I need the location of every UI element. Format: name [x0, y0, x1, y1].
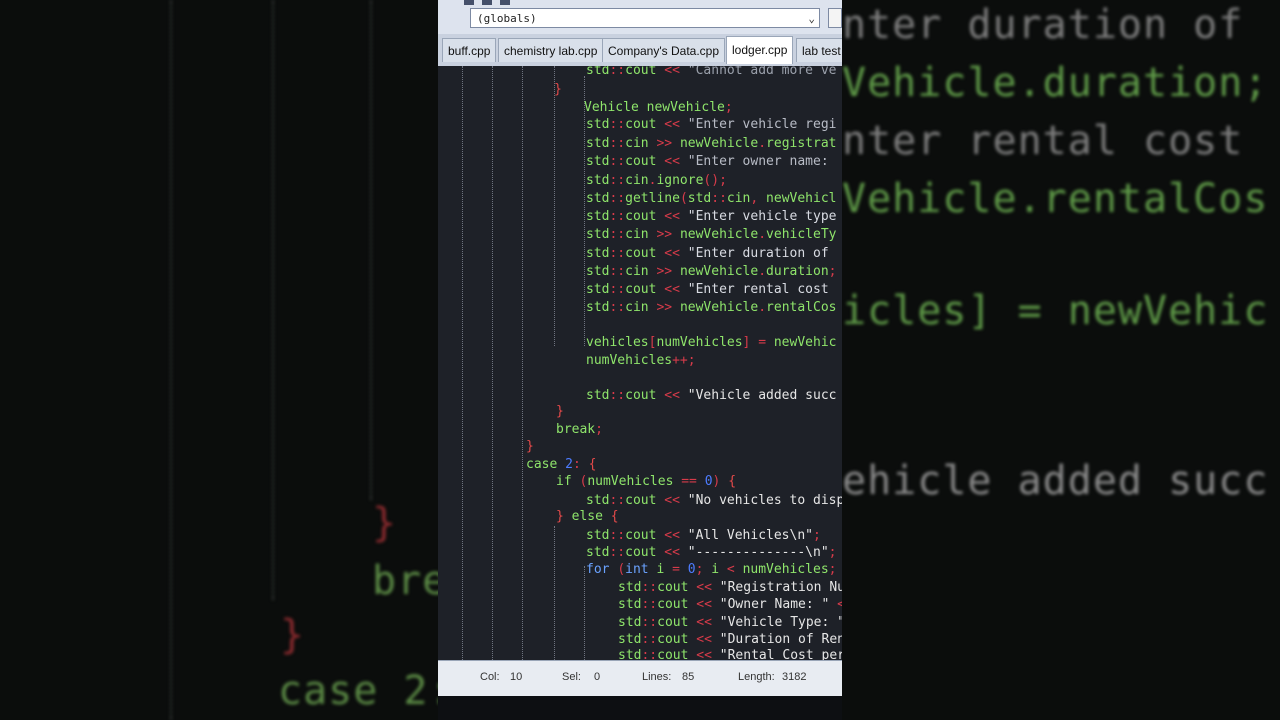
code-line: std::cout << "Enter duration of [586, 246, 837, 261]
monitor-bezel [438, 696, 842, 720]
blurred-left-background: } bre } case 2: [0, 0, 438, 720]
code-line: std::cout << "Enter vehicle type [586, 209, 837, 224]
code-editor[interactable]: std::cout << "Cannot add more ve } Vehic… [438, 66, 842, 660]
code-line: std::cin >> newVehicle.duration; [586, 264, 837, 279]
code-line: vehicles[numVehicles] = newVehic [586, 335, 837, 350]
code-line: std::cin.ignore(); [586, 173, 727, 188]
status-length-value: 3182 [782, 671, 807, 683]
indent-guide [522, 66, 523, 660]
toolbar-icon[interactable] [464, 0, 474, 5]
file-tabs: buff.cpp chemistry lab.cpp Company's Dat… [438, 34, 842, 68]
status-lines-value: 85 [682, 671, 695, 683]
code-line: break; [556, 422, 603, 437]
bg-right-line: nter rental cost [842, 118, 1244, 164]
ide-window: (globals) ⌄ buff.cpp chemistry lab.cpp C… [438, 0, 842, 720]
code-line: std::cin >> newVehicle.registrat [586, 136, 837, 151]
code-line: for (int i = 0; i < numVehicles; [586, 562, 837, 577]
bg-left-line: case 2: [278, 668, 438, 714]
scope-select-value: (globals) [477, 12, 537, 25]
indent-guide [554, 66, 555, 346]
code-line: std::cout << "Enter rental cost [586, 282, 837, 297]
status-length-label: Length: [738, 671, 775, 683]
bg-left-line: bre [372, 558, 438, 604]
code-line: std::cout << "All Vehicles\n"; [586, 528, 821, 543]
status-col-value: 10 [510, 671, 523, 683]
toolbar: (globals) ⌄ [438, 0, 842, 35]
code-line: } else { [556, 509, 619, 524]
status-bar: Col: 10 Sel: 0 Lines: 85 Length: 3182 [438, 660, 842, 697]
bg-right-line: icles] = newVehic [842, 288, 1269, 334]
bg-right-line: Vehicle.duration; [842, 60, 1269, 106]
code-line: std::cout << "--------------\n"; [586, 545, 837, 560]
chevron-down-icon: ⌄ [808, 12, 815, 25]
code-line: std::cout << "Vehicle Type: " [618, 615, 842, 630]
video-frame: } bre } case 2: nter duration of Vehicle… [0, 0, 1280, 720]
tab-lab-test[interactable]: lab test [796, 38, 842, 62]
bg-right-line: ehicle added succ [842, 458, 1269, 504]
code-line: std::cout << "Cannot add more ve [586, 66, 837, 78]
code-line: } [556, 404, 564, 419]
indent-guide [584, 76, 585, 346]
toolbar-icon[interactable] [482, 0, 492, 5]
code-line: if (numVehicles == 0) { [556, 474, 737, 489]
status-sel-label: Sel: [562, 671, 581, 683]
code-line: std::cout << "Rental Cost per [618, 648, 842, 660]
tab-buff[interactable]: buff.cpp [442, 38, 497, 62]
indent-guide [584, 566, 585, 660]
code-line: numVehicles++; [586, 353, 696, 368]
tab-lodger[interactable]: lodger.cpp [726, 36, 794, 64]
blurred-right-background: nter duration of Vehicle.duration; nter … [842, 0, 1280, 720]
indent-guide [492, 66, 493, 660]
status-sel-value: 0 [594, 671, 601, 683]
code-line: Vehicle newVehicle; [584, 100, 733, 115]
code-line: } [526, 439, 534, 454]
code-line: } [554, 82, 562, 97]
toolbar-button[interactable] [828, 8, 842, 28]
tab-companys-data[interactable]: Company's Data.cpp [602, 38, 726, 62]
code-line: std::cout << "Vehicle added succ [586, 388, 837, 403]
code-line: std::cin >> newVehicle.vehicleTy [586, 227, 837, 242]
toolbar-icon[interactable] [500, 0, 510, 5]
code-line: std::cout << "No vehicles to disp [586, 493, 842, 508]
bg-left-line: } [280, 612, 306, 658]
code-line: std::getline(std::cin, newVehicl [586, 191, 837, 206]
code-line: std::cout << "Duration of Ren [618, 632, 842, 647]
code-line: std::cout << "Owner Name: " < [618, 597, 842, 612]
indent-guide [462, 66, 463, 660]
bg-left-line: } [372, 500, 398, 546]
code-line: std::cout << "Enter vehicle regi [586, 117, 837, 132]
tab-chemistry-lab[interactable]: chemistry lab.cpp [498, 38, 604, 62]
scope-select[interactable]: (globals) ⌄ [470, 8, 820, 28]
bg-right-line: nter duration of [842, 2, 1244, 48]
code-line: case 2: { [526, 457, 597, 472]
code-line: std::cout << "Enter owner name: [586, 154, 837, 169]
status-lines-label: Lines: [642, 671, 672, 683]
status-col-label: Col: [480, 671, 500, 683]
bg-right-line: Vehicle.rentalCos [842, 176, 1269, 222]
code-line: std::cout << "Registration Nu [618, 580, 842, 595]
indent-guide [554, 526, 555, 660]
code-line: std::cin >> newVehicle.rentalCos [586, 300, 837, 315]
